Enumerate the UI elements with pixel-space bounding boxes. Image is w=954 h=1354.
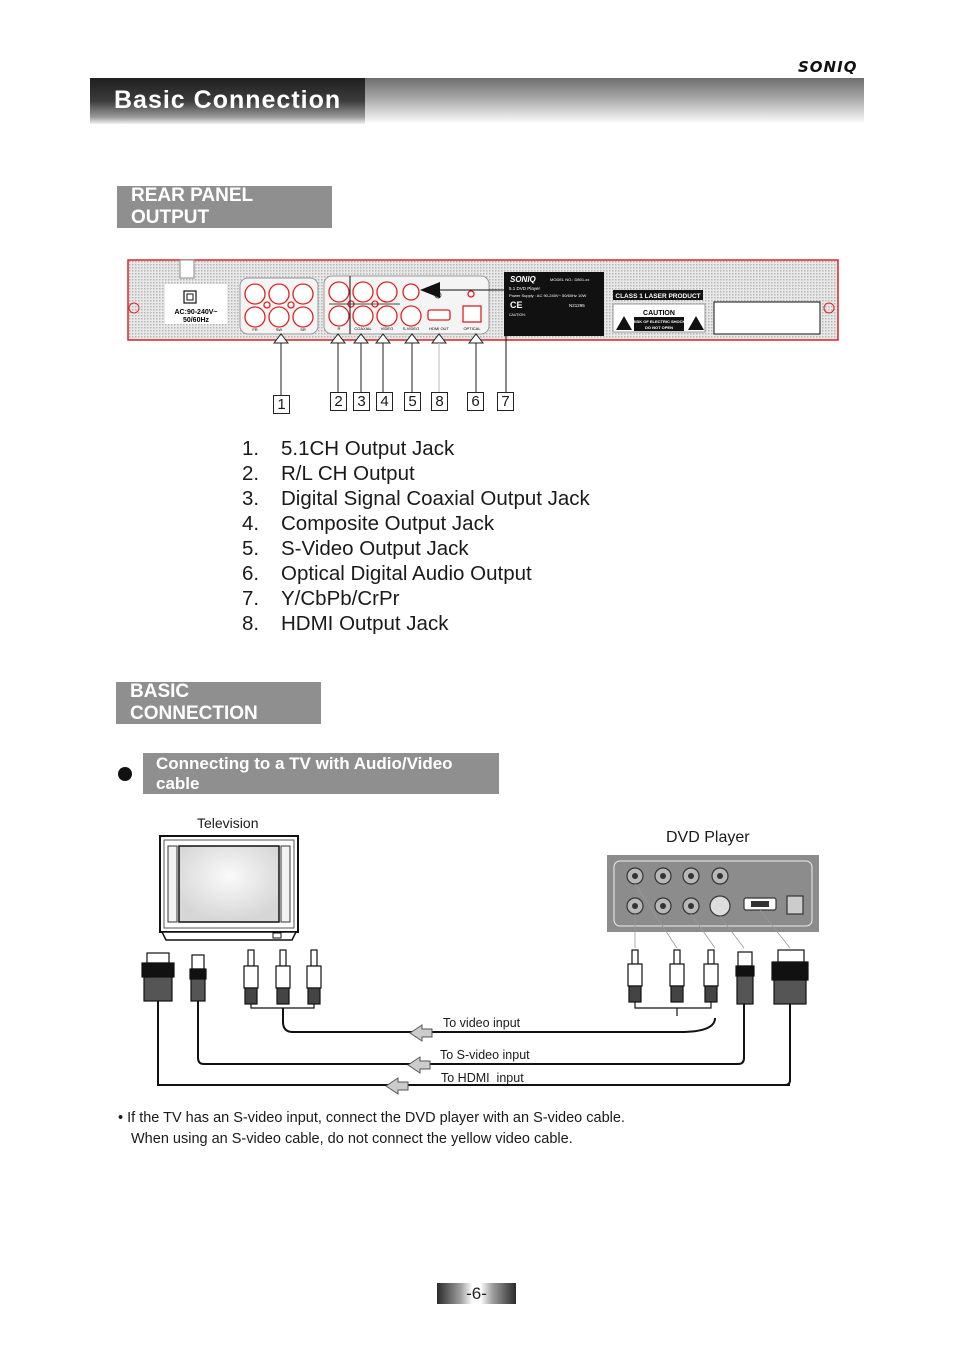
svg-text:RISK OF ELECTRIC SHOCK: RISK OF ELECTRIC SHOCK [633,319,686,324]
rca-plugs-dvd-icon [627,949,719,1016]
svg-text:Power Supply : AC 90-240V~ 50/: Power Supply : AC 90-240V~ 50/60Hz 10W [509,293,586,298]
svideo-plug-dvd-icon [735,951,755,1005]
svg-text:OPTICAL: OPTICAL [463,326,481,331]
svg-text:CAUTION:: CAUTION: [509,313,526,317]
page-number: -6- [466,1284,487,1303]
svg-text:5.1 DVD Player: 5.1 DVD Player [509,286,541,291]
callout-4: 4 [376,392,393,411]
dvd-rear-panel [607,855,819,932]
svg-text:DO NOT OPEN: DO NOT OPEN [645,325,673,330]
svg-text:CAUTION: CAUTION [643,310,675,317]
bullet-icon [118,767,132,781]
callout-5: 5 [404,392,421,411]
power-label-line1: AC:90-240V~ [175,309,218,316]
blank-label [713,301,821,335]
svideo-plug-tv-icon [189,954,410,1065]
note-text: • If the TV has an S-video input, connec… [118,1110,625,1147]
tv-label: Television [197,815,259,831]
arrow-icons [385,1024,433,1095]
connection-label-video: To video input [443,1016,521,1030]
svg-text:MODEL NO.: D801-xx: MODEL NO.: D801-xx [550,277,589,282]
svg-text:FR: FR [252,327,257,332]
svg-text:N21295: N21295 [569,303,585,308]
rca-plugs-tv-icon [243,949,410,1033]
svg-text:CE: CE [510,300,523,310]
page-title: Basic Connection [114,86,342,114]
svg-text:CLASS 1 LASER PRODUCT: CLASS 1 LASER PRODUCT [615,293,700,300]
section-label-basic-connection: BASIC CONNECTION [116,681,321,724]
rear-panel-diagram: AC:90-240V~ 50/60Hz FR SW SR R COAXIAL V… [127,259,839,400]
scart-plug-tv-icon [141,952,175,1082]
television-icon [159,835,299,941]
list-item: 7. Y/CbPb/CrPr [242,587,400,610]
list-item: 5. S-Video Output Jack [242,537,469,560]
power-label-line2: 50/60Hz [183,317,210,324]
svg-text:HDMI OUT: HDMI OUT [429,326,449,331]
svg-text:SONIQ: SONIQ [510,275,537,284]
connection-label-svideo: To S-video input [440,1048,530,1062]
svg-text:R: R [338,326,341,331]
callout-8: 8 [431,392,448,411]
list-item: 3. Digital Signal Coaxial Output Jack [242,487,590,510]
brand-logo: SONIQ [798,58,858,76]
svg-text:SW: SW [276,327,283,332]
connection-label-hdmi: To HDMI input [441,1071,524,1085]
list-item: 6. Optical Digital Audio Output [242,562,532,585]
callout-3: 3 [353,392,370,411]
svg-text:S-VIDEO: S-VIDEO [403,326,419,331]
list-item: 4. Composite Output Jack [242,512,495,535]
scart-plug-dvd-icon [771,949,809,1005]
svg-text:VIDEO: VIDEO [381,326,393,331]
svg-text:COAXIAL: COAXIAL [354,326,372,331]
list-item: 2. R/L CH Output [242,462,415,485]
output-jack-list: 1. 5.1CH Output Jack 2. R/L CH Output 3. Di… [242,436,590,636]
callout-7: 7 [497,392,514,411]
section-label-rear-panel: REAR PANEL OUTPUT [117,185,332,228]
list-item: 1. 5.1CH Output Jack [242,437,455,460]
callout-6: 6 [467,392,484,411]
callout-1: 1 [273,395,290,414]
svg-text:SR: SR [300,327,306,332]
bullet-icon: • [118,1110,128,1126]
callout-2: 2 [330,392,347,411]
list-item: 8. HDMI Output Jack [242,612,449,635]
subsection-label-av-cable: Connecting to a TV with Audio/Video cabl… [143,753,499,794]
